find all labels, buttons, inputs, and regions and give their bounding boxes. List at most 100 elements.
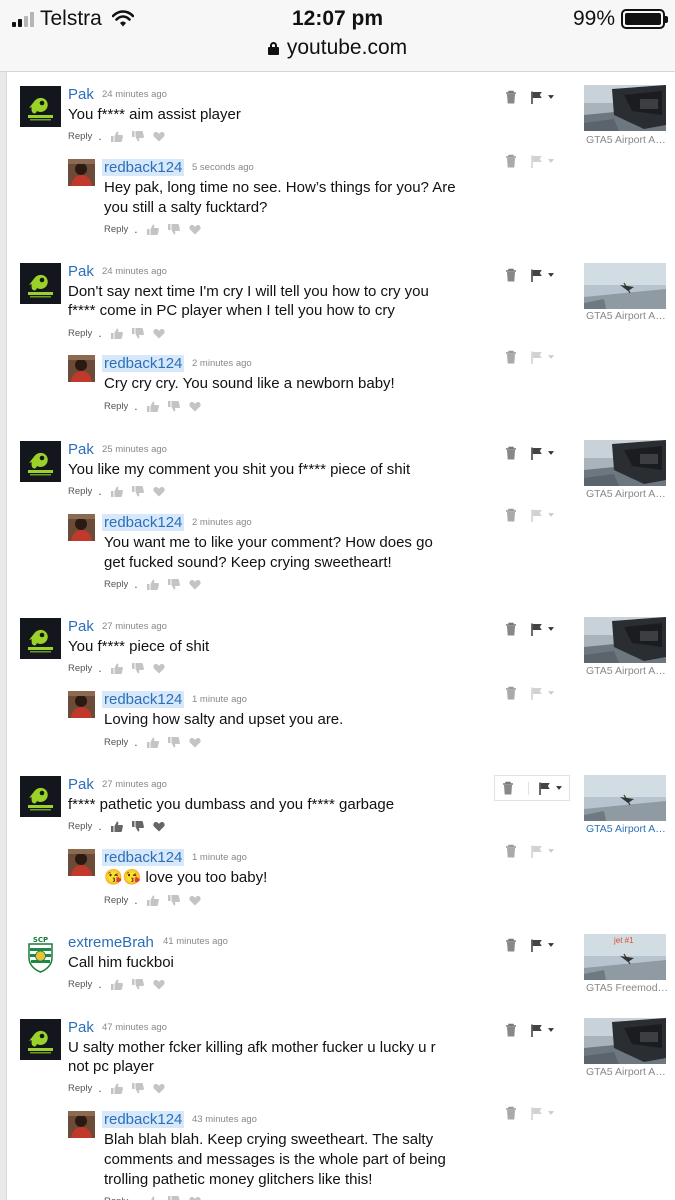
thumbs-up-icon[interactable] [111,131,123,142]
reply-button[interactable]: Reply [68,663,92,674]
video-title[interactable]: GTA5 Freemod… [586,982,670,994]
trash-icon[interactable] [505,1106,517,1120]
flag-menu[interactable] [531,269,554,282]
heart-icon[interactable] [153,663,165,674]
reply-button[interactable]: Reply [68,979,92,990]
flag-icon[interactable] [531,447,543,460]
reply-author[interactable]: redback124 [102,159,185,176]
reply-button[interactable]: Reply [68,328,92,339]
trash-icon[interactable] [505,622,517,636]
thumbs-down-icon[interactable] [132,486,144,497]
reply-author[interactable]: redback124 [102,514,185,531]
thumbs-up-icon[interactable] [111,328,123,339]
thumbs-down-icon[interactable] [132,1083,144,1094]
trash-icon[interactable] [505,268,517,282]
video-thumbnail[interactable] [584,85,666,131]
flag-icon[interactable] [531,155,543,168]
thumbs-down-icon[interactable] [168,1196,180,1200]
avatar[interactable] [20,618,61,659]
flag-menu[interactable] [531,91,554,104]
thumbs-down-icon[interactable] [168,579,180,590]
heart-icon[interactable] [189,579,201,590]
avatar[interactable] [20,934,61,975]
thumbs-up-icon[interactable] [111,486,123,497]
trash-icon[interactable] [505,938,517,952]
reply-button[interactable]: Reply [104,737,128,748]
reply-author[interactable]: redback124 [102,355,185,372]
url-domain[interactable]: youtube.com [287,36,407,59]
url-bar[interactable]: youtube.com [0,36,675,60]
avatar[interactable] [20,441,61,482]
trash-icon[interactable] [505,446,517,460]
caret-down-icon[interactable] [548,159,554,163]
video-title[interactable]: GTA5 Airport A… [586,823,670,835]
avatar[interactable] [20,263,61,304]
flag-icon[interactable] [531,687,543,700]
reply-button[interactable]: Reply [104,1196,128,1200]
flag-menu[interactable] [528,781,562,795]
avatar[interactable] [20,776,61,817]
flag-menu[interactable] [531,447,554,460]
thumbs-down-icon[interactable] [132,821,144,832]
video-thumbnail[interactable] [584,775,666,821]
avatar[interactable] [20,86,61,127]
flag-menu[interactable] [531,1107,554,1120]
flag-icon[interactable] [531,1024,543,1037]
thumbs-down-icon[interactable] [168,401,180,412]
flag-icon[interactable] [531,269,543,282]
flag-menu[interactable] [531,939,554,952]
avatar[interactable] [68,355,95,382]
comment-author[interactable]: extremeBrah [68,934,154,951]
caret-down-icon[interactable] [548,691,554,695]
comment-time[interactable]: 47 minutes ago [102,1022,167,1033]
flag-icon[interactable] [539,782,551,795]
comment-author[interactable]: Pak [68,776,94,793]
video-title[interactable]: GTA5 Airport A… [586,1066,670,1078]
thumbs-down-icon[interactable] [168,224,180,235]
caret-down-icon[interactable] [548,627,554,631]
heart-icon[interactable] [153,821,165,832]
reply-author[interactable]: redback124 [102,849,185,866]
flag-menu[interactable] [531,687,554,700]
reply-button[interactable]: Reply [68,821,92,832]
comment-author[interactable]: Pak [68,86,94,103]
caret-down-icon[interactable] [556,786,562,790]
flag-menu[interactable] [531,155,554,168]
reply-button[interactable]: Reply [104,224,128,235]
flag-icon[interactable] [531,1107,543,1120]
caret-down-icon[interactable] [548,95,554,99]
caret-down-icon[interactable] [548,273,554,277]
flag-icon[interactable] [531,351,543,364]
thumbs-up-icon[interactable] [147,224,159,235]
comment-author[interactable]: Pak [68,618,94,635]
avatar[interactable] [68,691,95,718]
heart-icon[interactable] [153,979,165,990]
reply-time[interactable]: 1 minute ago [192,852,247,863]
thumbs-up-icon[interactable] [111,1083,123,1094]
video-thumbnail[interactable] [584,440,666,486]
comment-time[interactable]: 27 minutes ago [102,621,167,632]
comment-time[interactable]: 24 minutes ago [102,266,167,277]
video-thumbnail[interactable] [584,1018,666,1064]
avatar[interactable] [68,514,95,541]
thumbs-up-icon[interactable] [111,979,123,990]
avatar[interactable] [20,1019,61,1060]
thumbs-down-icon[interactable] [132,979,144,990]
thumbs-up-icon[interactable] [147,895,159,906]
reply-time[interactable]: 43 minutes ago [192,1114,257,1125]
reply-author[interactable]: redback124 [102,691,185,708]
reply-time[interactable]: 2 minutes ago [192,358,252,369]
trash-icon[interactable] [505,154,517,168]
video-title[interactable]: GTA5 Airport A… [586,310,670,322]
heart-icon[interactable] [153,1083,165,1094]
heart-icon[interactable] [189,401,201,412]
comment-author[interactable]: Pak [68,441,94,458]
thumbs-down-icon[interactable] [168,737,180,748]
caret-down-icon[interactable] [548,849,554,853]
trash-icon[interactable] [502,781,514,795]
heart-icon[interactable] [189,1196,201,1200]
trash-icon[interactable] [505,1023,517,1037]
caret-down-icon[interactable] [548,451,554,455]
thumbs-down-icon[interactable] [132,663,144,674]
flag-menu[interactable] [531,351,554,364]
